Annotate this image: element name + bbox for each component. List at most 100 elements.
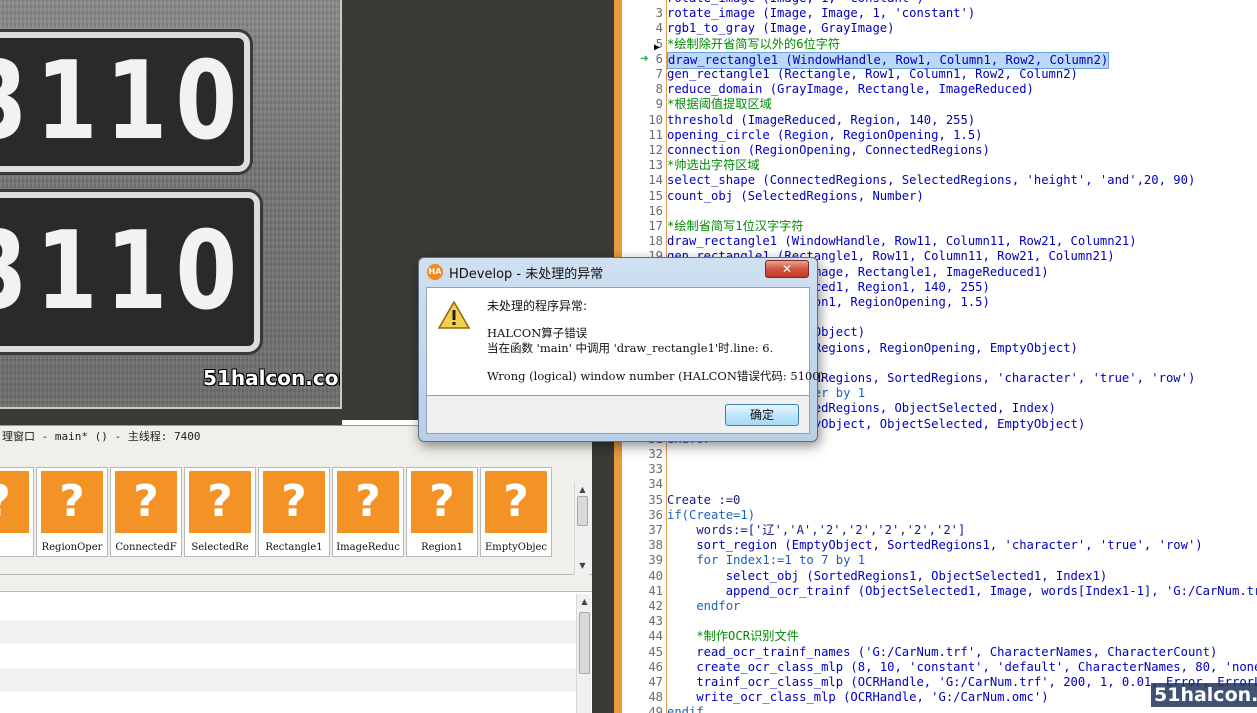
iconic-variables-panel[interactable]: ?? RegionOper? ConnectedF? SelectedRe? Recta… [0,447,592,575]
ok-button[interactable]: 确定 [725,404,799,426]
insert-cursor-icon: ▶ [654,42,661,53]
code-line[interactable]: 12 connection (RegionOpening, ConnectedRe… [622,143,1257,158]
iconic-variable-tile[interactable]: ? ConnectedF [110,467,182,557]
code-line[interactable]: 7 gen_rectangle1 (Rectangle, Row1, Column… [622,67,1257,82]
iconic-variable-tile[interactable]: ? RegionOper [36,467,108,557]
code-text: for Index1:=1 to 7 by 1 [667,553,866,568]
line-number: 38 [648,538,663,553]
code-line[interactable]: 43 [622,614,1257,629]
code-line[interactable]: 15 count_obj (SelectedRegions, Number) [622,189,1257,204]
code-line[interactable]: 14 select_shape (ConnectedRegions, Select… [622,173,1257,188]
code-line[interactable]: 45 read_ocr_trainf_names ('G:/CarNum.trf… [622,645,1257,660]
code-line[interactable]: 44 *制作OCR识别文件 [622,629,1257,644]
line-number: 10 [648,112,663,127]
code-line[interactable]: 36 if(Create=1) [622,508,1257,523]
table-row[interactable] [0,692,576,713]
plate-top-text: 3110 [0,39,246,164]
unknown-object-icon: ? [263,471,325,533]
code-text: *绘制除开省简写以外的6位字符 [667,36,841,51]
unknown-object-icon: ? [411,471,473,533]
line-number: 39 [648,553,663,568]
code-line[interactable]: 42 endfor [622,599,1257,614]
iconic-variable-tile[interactable]: ? Region1 [406,467,478,557]
code-text: connection (RegionOpening, ConnectedRegi… [667,143,990,157]
unknown-object-icon: ? [189,471,251,533]
code-line[interactable]: 33 [622,462,1257,477]
scroll-up-icon[interactable]: ▲ [577,594,592,609]
dialog-error-location: 当在函数 'main' 中调用 'draw_rectangle1'时.line:… [487,341,774,355]
line-number: 41 [648,583,663,598]
iconic-variable-tile[interactable]: ? [0,467,34,557]
editor-watermark: 51halcon.com [1151,683,1257,707]
scroll-up-icon[interactable]: ▲ [575,482,590,497]
iconic-scrollbar[interactable]: ▲ ▼ [574,482,589,575]
control-scrollbar[interactable]: ▲ [576,594,591,713]
graphics-window[interactable]: 3110 3110 51halcon.com [0,0,340,407]
code-line[interactable]: 8 reduce_domain (GrayImage, Rectangle, Im… [622,82,1257,97]
control-variables-panel[interactable]: ▲ [0,591,592,713]
code-text: count_obj (SelectedRegions, Number) [667,188,924,203]
iconic-variable-tile[interactable]: ? ImageReduc [332,467,404,557]
code-text: endfor [667,599,741,613]
code-line[interactable]: 40 select_obj (SortedRegions1, ObjectSel… [622,569,1257,584]
line-number: 48 [648,690,663,705]
code-line[interactable]: 34 [622,477,1257,492]
code-line[interactable]: 10 threshold (ImageReduced, Region, 140, … [622,113,1257,128]
iconic-variable-tile[interactable]: ? SelectedRe [184,467,256,557]
table-row[interactable] [0,592,576,616]
code-text: select_obj (SortedRegions1, ObjectSelect… [667,568,1108,583]
line-number: 37 [648,523,663,537]
scroll-thumb[interactable] [579,612,590,674]
exception-dialog[interactable]: HA HDevelop - 未处理的异常 ✕ 未处理的程序异常: HALCON算… [418,257,824,442]
unknown-object-icon: ? [115,471,177,533]
workspace-background-strip [0,409,342,425]
iconic-variable-tile[interactable]: ? EmptyObjec [480,467,552,557]
window-splitter[interactable] [592,420,614,713]
code-line[interactable]: 38 sort_region (EmptyObject, SortedRegio… [622,538,1257,553]
iconic-variable-label: Region1 [421,542,463,553]
code-line[interactable]: 46 create_ocr_class_mlp (8, 10, 'constan… [622,660,1257,675]
code-line[interactable]: 4 rgb1_to_gray (Image, GrayImage) [622,21,1257,36]
code-line[interactable]: 5 *绘制除开省简写以外的6位字符 [622,37,1257,52]
code-line[interactable]: 17 *绘制省简写1位汉字字符 [622,219,1257,234]
close-button[interactable]: ✕ [765,260,809,278]
line-number: 40 [648,568,663,583]
dialog-heading: 未处理的程序异常: [487,299,588,313]
dialog-error-type: HALCON算子错误 [487,326,588,340]
code-text: read_ocr_trainf_names ('G:/CarNum.trf', … [667,644,1218,659]
scroll-thumb[interactable] [577,496,588,526]
code-line[interactable]: 37 words:=['辽','A','2','2','2','2','2'] [622,523,1257,538]
line-number: 34 [648,477,663,492]
line-number: 8 [655,82,663,97]
code-line[interactable]: 3 rotate_image (Image, Image, 1, 'constan… [622,6,1257,21]
line-number: 3 [655,6,663,21]
code-text: *根据阈值提取区域 [667,97,772,112]
hdevelop-app-icon: HA [427,264,443,280]
iconic-variable-tile[interactable]: ? Rectangle1 [258,467,330,557]
code-line[interactable]: 16 [622,204,1257,219]
code-line[interactable]: 13 *帅选出字符区域 [622,158,1257,173]
plate-bottom-text: 3110 [0,209,246,334]
code-line[interactable]: 6 draw_rectangle1 (WindowHandle, Row1, Co… [622,51,1257,69]
code-line[interactable]: 41 append_ocr_trainf (ObjectSelected1, I… [622,584,1257,599]
code-line[interactable]: 32 [622,447,1257,462]
table-row[interactable] [0,620,576,644]
code-line[interactable]: 9 *根据阈值提取区域 [622,97,1257,112]
code-line[interactable]: 35 Create :=0 [622,493,1257,508]
line-number: 12 [648,143,663,157]
code-line[interactable]: 18 draw_rectangle1 (WindowHandle, Row11, … [622,234,1257,249]
line-number: 47 [648,675,663,689]
code-line[interactable]: 39 for Index1:=1 to 7 by 1 [622,553,1257,568]
code-text: sort_region (EmptyObject, SortedRegions1… [667,538,1203,553]
line-number: 7 [655,67,663,81]
panel-gap [0,575,592,591]
scroll-down-icon[interactable]: ▼ [575,558,590,573]
dialog-titlebar[interactable]: HA HDevelop - 未处理的异常 ✕ [419,258,817,285]
line-number: 32 [648,447,663,461]
code-line[interactable]: rotate_image (Image, 1, 'constant') [622,0,1257,6]
code-text: gen_rectangle1 (Rectangle, Row1, Column1… [667,67,1078,81]
code-line[interactable]: 11 opening_circle (Region, RegionOpening,… [622,128,1257,143]
table-row[interactable] [0,644,576,668]
table-row[interactable] [0,668,576,692]
code-text: append_ocr_trainf (ObjectSelected1, Imag… [667,583,1257,598]
